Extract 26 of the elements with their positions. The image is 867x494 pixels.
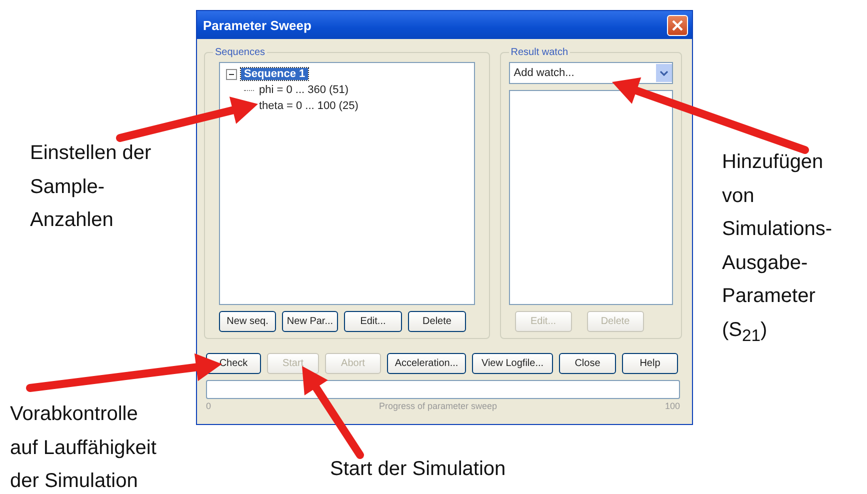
scale-max: 100	[664, 401, 680, 411]
close-icon	[672, 20, 683, 30]
sequence-button[interactable]: Delete	[408, 311, 466, 332]
progress-caption: Progress of parameter sweep	[378, 401, 498, 411]
watch-dropdown[interactable]: Add watch...	[508, 62, 673, 84]
sequence-button[interactable]: New Par...	[282, 311, 338, 332]
tree-item[interactable]: phi = 0 ... 360 (51)	[256, 84, 352, 96]
annotation: Vorabkontrolle auf Lauffähigkeit der Simulation	[10, 402, 156, 494]
collapse-toggle[interactable]	[226, 68, 237, 80]
sequence-button[interactable]: Edit...	[344, 311, 402, 332]
action-button[interactable]: Close	[559, 353, 616, 374]
group-label: Sequences	[214, 47, 266, 58]
close-button[interactable]	[667, 14, 688, 36]
action-button[interactable]: Help	[622, 353, 678, 374]
sequence-button[interactable]: New seq.	[219, 311, 276, 332]
tree-item[interactable]: Sequence 1	[241, 68, 308, 80]
group-label: Result watch	[510, 47, 570, 58]
annotation: Einstellen der Sample- Anzahlen	[30, 141, 152, 233]
window-title: Parameter Sweep	[203, 18, 312, 32]
scale-min: 0	[206, 401, 212, 411]
action-button[interactable]: Acceleration...	[387, 353, 466, 374]
chevron-down-icon	[660, 70, 668, 76]
annotation: Start der Simulation	[330, 457, 506, 482]
annotation: Hinzufügen von Simulations- Ausgabe- Parameter (S$_{21}$)	[722, 150, 832, 346]
action-button[interactable]: View Logfile...	[472, 353, 553, 374]
tree-item[interactable]: theta = 0 ... 100 (25)	[256, 100, 362, 112]
